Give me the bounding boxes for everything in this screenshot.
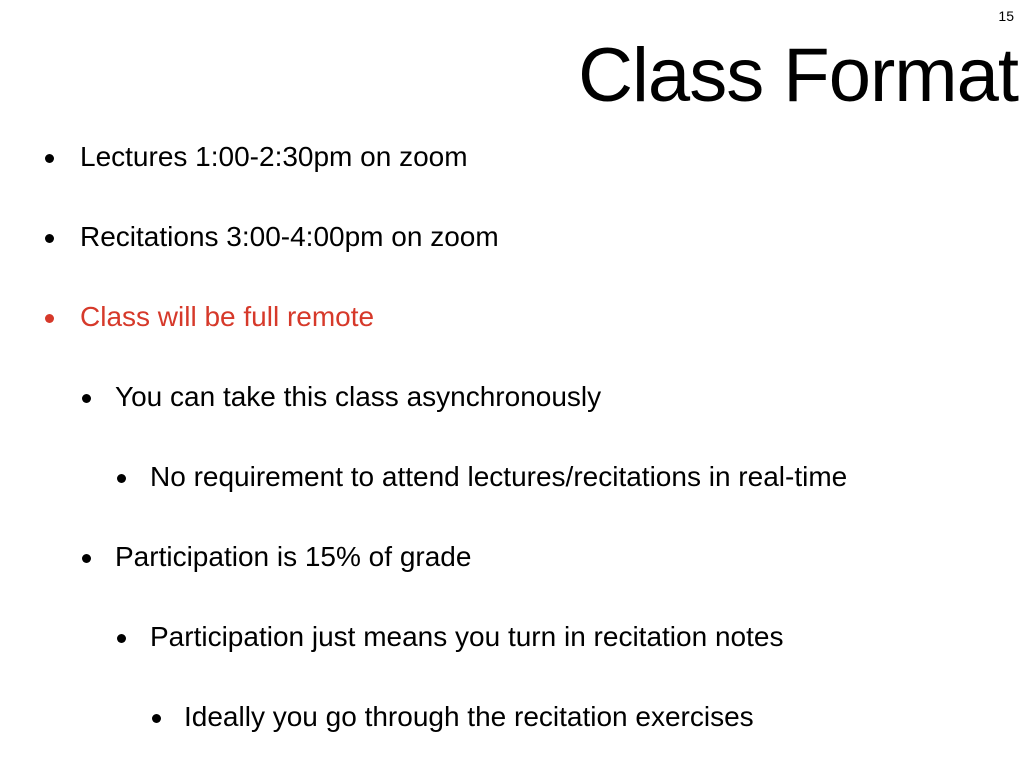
bullet-item-participation-notes: Participation just means you turn in rec… [117, 621, 784, 652]
bullet-text: You can take this class asynchronously [115, 381, 602, 412]
bullet-text: Recitations 3:00-4:00pm on zoom [80, 221, 499, 252]
bullet-dot-icon [117, 474, 126, 483]
bullet-dot-icon [152, 714, 161, 723]
slide-title: Class Format [578, 33, 1019, 118]
bullet-dot-icon [45, 234, 54, 243]
bullet-item-lectures: Lectures 1:00-2:30pm on zoom [45, 141, 468, 172]
bullet-text: No requirement to attend lectures/recita… [150, 461, 848, 492]
bullet-dot-icon [82, 394, 91, 403]
bullet-text: Lectures 1:00-2:30pm on zoom [80, 141, 468, 172]
bullet-text: Class will be full remote [80, 301, 375, 332]
bullet-item-asynchronous: You can take this class asynchronously [82, 381, 602, 412]
bullet-text: Ideally you go through the recitation ex… [184, 701, 754, 732]
slide: 15 Class Format Lectures 1:00-2:30pm on … [0, 0, 1024, 768]
bullet-item-participation: Participation is 15% of grade [82, 541, 472, 572]
bullet-dot-icon [45, 154, 54, 163]
slide-number: 15 [998, 8, 1014, 24]
bullet-text: Participation is 15% of grade [115, 541, 472, 572]
bullet-dot-icon [82, 554, 91, 563]
bullet-dot-icon [45, 314, 54, 323]
bullet-text: Participation just means you turn in rec… [150, 621, 784, 652]
bullet-item-full-remote: Class will be full remote [45, 301, 375, 332]
bullet-item-no-requirement: No requirement to attend lectures/recita… [117, 461, 848, 492]
bullet-dot-icon [117, 634, 126, 643]
bullet-item-recitations: Recitations 3:00-4:00pm on zoom [45, 221, 499, 252]
bullet-item-exercises: Ideally you go through the recitation ex… [152, 701, 754, 732]
